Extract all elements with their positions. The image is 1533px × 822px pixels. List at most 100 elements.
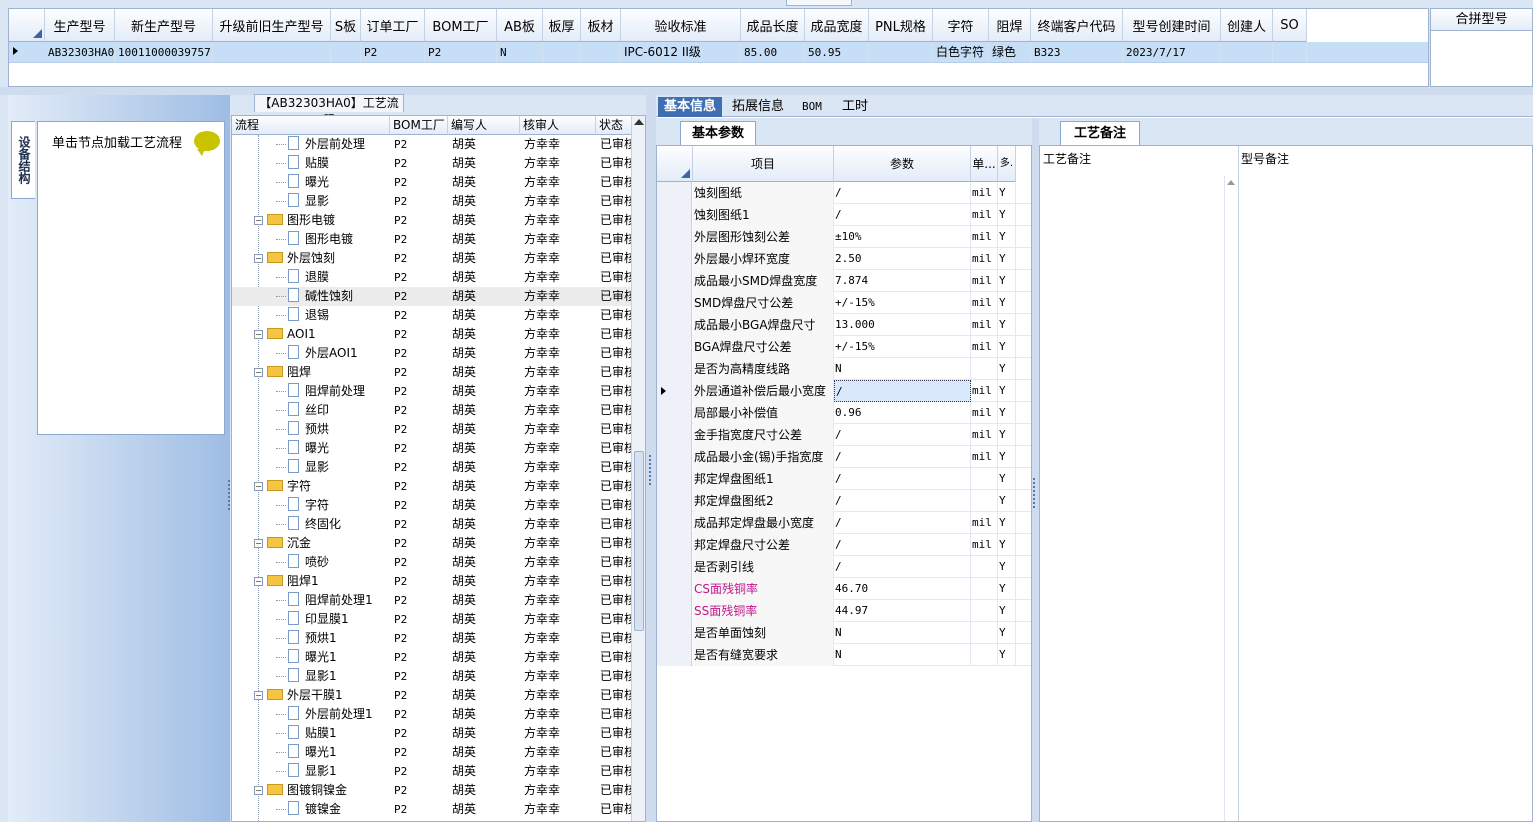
flow-row[interactable]: − 图镀铜镍金 P2 胡英 方幸幸 已审核 bbox=[232, 781, 636, 800]
model-cell[interactable] bbox=[331, 42, 361, 63]
flow-row[interactable]: 图形电镀 P2 胡英 方幸幸 已审核 bbox=[232, 230, 636, 249]
col-header[interactable]: 型号创建时间 bbox=[1123, 9, 1221, 42]
collapse-icon[interactable]: − bbox=[254, 786, 263, 795]
param-row[interactable]: 外层最小焊环宽度 2.50 mil Y bbox=[657, 248, 1031, 270]
param-col-item[interactable]: 项目 bbox=[693, 146, 834, 182]
param-row[interactable]: 外层通道补偿后最小宽度 / mil Y bbox=[657, 380, 1031, 402]
col-header[interactable]: AB板 bbox=[497, 9, 543, 42]
param-value-cell[interactable]: / bbox=[834, 182, 971, 204]
flow-row[interactable]: 阻焊前处理 P2 胡英 方幸幸 已审核 bbox=[232, 382, 636, 401]
row-indicator[interactable] bbox=[657, 226, 692, 248]
param-row[interactable]: 蚀刻图纸 / mil Y bbox=[657, 182, 1031, 204]
row-indicator[interactable] bbox=[657, 556, 692, 578]
row-indicator[interactable] bbox=[657, 600, 692, 622]
collapse-icon[interactable]: − bbox=[254, 691, 263, 700]
tab-process-notes[interactable]: 工艺备注 bbox=[1060, 121, 1140, 145]
flow-row[interactable]: 贴膜 P2 胡英 方幸幸 已审核 bbox=[232, 154, 636, 173]
col-header[interactable]: 字符 bbox=[933, 9, 989, 42]
param-row[interactable]: 成品邦定焊盘最小宽度 / mil Y bbox=[657, 512, 1031, 534]
tab-bom[interactable]: BOM bbox=[796, 97, 828, 117]
row-indicator[interactable] bbox=[657, 270, 692, 292]
col-header[interactable]: 验收标准 bbox=[621, 9, 741, 42]
tab-basic-info[interactable]: 基本信息 bbox=[658, 97, 723, 117]
param-value-cell[interactable]: +/-15% bbox=[834, 336, 971, 358]
flow-row[interactable]: 显影1 P2 胡英 方幸幸 已审核 bbox=[232, 667, 636, 686]
param-row[interactable]: 是否剥引线 / Y bbox=[657, 556, 1031, 578]
col-header[interactable]: 终端客户代码 bbox=[1031, 9, 1123, 42]
flow-row[interactable]: − 字符 P2 胡英 方幸幸 已审核 bbox=[232, 477, 636, 496]
row-indicator[interactable] bbox=[657, 490, 692, 512]
row-indicator[interactable] bbox=[657, 512, 692, 534]
model-cell[interactable]: IPC-6012 II级 bbox=[621, 42, 741, 63]
flow-row[interactable]: 镀镍金 P2 胡英 方幸幸 已审核 bbox=[232, 800, 636, 819]
model-cell[interactable]: 2023/7/17 bbox=[1123, 42, 1221, 63]
tab-extended-info[interactable]: 拓展信息 bbox=[726, 97, 790, 117]
model-cell[interactable] bbox=[1221, 42, 1273, 63]
scroll-up-icon[interactable] bbox=[1227, 180, 1235, 185]
model-cell[interactable]: P2 bbox=[425, 42, 497, 63]
load-flow-box[interactable]: 单击节点加载工艺流程 bbox=[37, 121, 225, 435]
param-col-unit[interactable]: 单... bbox=[971, 146, 998, 182]
flow-row[interactable]: 曝光 P2 胡英 方幸幸 已审核 bbox=[232, 439, 636, 458]
flow-row[interactable]: 显影 P2 胡英 方幸幸 已审核 bbox=[232, 458, 636, 477]
flow-col-header[interactable]: 状态 bbox=[596, 116, 636, 135]
process-note-input[interactable] bbox=[1042, 170, 1222, 810]
param-value-cell[interactable]: / bbox=[834, 534, 971, 556]
collapse-icon[interactable]: − bbox=[254, 254, 263, 263]
flow-row[interactable]: 显影1 P2 胡英 方幸幸 已审核 bbox=[232, 762, 636, 781]
flow-row[interactable]: − 外层干膜1 P2 胡英 方幸幸 已审核 bbox=[232, 686, 636, 705]
row-indicator[interactable] bbox=[657, 358, 692, 380]
param-col-multi[interactable]: 多. bbox=[998, 146, 1016, 182]
param-value-cell[interactable]: 44.97 bbox=[834, 600, 971, 622]
collapse-icon[interactable]: − bbox=[254, 330, 263, 339]
flow-row[interactable]: 预烘 P2 胡英 方幸幸 已审核 bbox=[232, 420, 636, 439]
scroll-up-icon[interactable] bbox=[634, 119, 644, 125]
row-indicator[interactable] bbox=[657, 314, 692, 336]
flow-row[interactable]: − 图形电镀 P2 胡英 方幸幸 已审核 bbox=[232, 211, 636, 230]
scroll-thumb[interactable] bbox=[634, 451, 644, 631]
collapse-icon[interactable]: − bbox=[254, 482, 263, 491]
col-header[interactable]: S板 bbox=[331, 9, 361, 42]
param-row[interactable]: 邦定焊盘图纸2/ Y bbox=[657, 490, 1031, 512]
process-note-scrollbar[interactable] bbox=[1224, 176, 1238, 821]
flow-row[interactable]: 碱性蚀刻 P2 胡英 方幸幸 已审核 bbox=[232, 287, 636, 306]
flow-row[interactable]: 终固化 P2 胡英 方幸幸 已审核 bbox=[232, 515, 636, 534]
collapse-icon[interactable]: − bbox=[254, 368, 263, 377]
row-indicator[interactable] bbox=[657, 578, 692, 600]
tab-work-hours[interactable]: 工时 bbox=[836, 97, 874, 117]
param-row[interactable]: 是否有缝宽要求 N Y bbox=[657, 644, 1031, 666]
flow-row[interactable]: 预烘1 P2 胡英 方幸幸 已审核 bbox=[232, 629, 636, 648]
flow-row[interactable]: 外层前处理1 P2 胡英 方幸幸 已审核 bbox=[232, 705, 636, 724]
model-cell[interactable]: 绿色 bbox=[989, 42, 1031, 63]
param-row[interactable]: 邦定焊盘尺寸公差 / mil Y bbox=[657, 534, 1031, 556]
col-header[interactable]: SO bbox=[1273, 9, 1307, 42]
vertical-splitter-right[interactable] bbox=[1032, 118, 1039, 822]
param-value-cell[interactable]: N bbox=[834, 644, 971, 666]
col-header[interactable]: PNL规格 bbox=[869, 9, 933, 42]
col-header[interactable]: BOM工厂 bbox=[425, 9, 497, 42]
row-indicator[interactable] bbox=[657, 468, 692, 490]
top-collapse-tab[interactable] bbox=[786, 0, 852, 6]
col-header[interactable]: 创建人 bbox=[1221, 9, 1273, 42]
param-value-cell[interactable]: / bbox=[834, 380, 971, 402]
model-cell[interactable] bbox=[869, 42, 933, 63]
row-indicator[interactable] bbox=[657, 380, 692, 402]
param-row[interactable]: 成品最小BGA焊盘尺寸 13.000 mil Y bbox=[657, 314, 1031, 336]
param-row[interactable]: 是否为高精度线路 N Y bbox=[657, 358, 1031, 380]
flow-row[interactable]: 显影 P2 胡英 方幸幸 已审核 bbox=[232, 192, 636, 211]
flow-row[interactable]: − AOI1 P2 胡英 方幸幸 已审核 bbox=[232, 325, 636, 344]
model-cell[interactable] bbox=[1273, 42, 1307, 63]
flow-row[interactable]: 印显膜1 P2 胡英 方幸幸 已审核 bbox=[232, 610, 636, 629]
param-value-cell[interactable]: 13.000 bbox=[834, 314, 971, 336]
col-header[interactable]: 板厚 bbox=[543, 9, 581, 42]
row-indicator[interactable] bbox=[657, 622, 692, 644]
flow-row[interactable]: − 外层蚀刻 P2 胡英 方幸幸 已审核 bbox=[232, 249, 636, 268]
col-header[interactable]: 成品长度 bbox=[741, 9, 805, 42]
model-cell[interactable] bbox=[213, 42, 331, 63]
param-value-cell[interactable]: N bbox=[834, 622, 971, 644]
row-indicator[interactable] bbox=[657, 534, 692, 556]
flow-row[interactable]: − 阻焊 P2 胡英 方幸幸 已审核 bbox=[232, 363, 636, 382]
param-col-value[interactable]: 参数 bbox=[834, 146, 971, 182]
flow-row[interactable]: 喷砂 P2 胡英 方幸幸 已审核 bbox=[232, 553, 636, 572]
collapse-icon[interactable]: − bbox=[254, 216, 263, 225]
